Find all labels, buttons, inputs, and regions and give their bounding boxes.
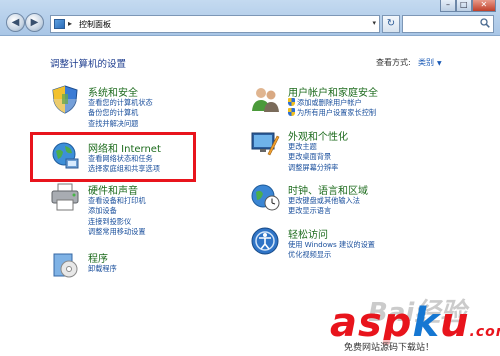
link-mobility-settings[interactable]: 调整常用移动设置 (88, 227, 146, 237)
link-change-input-method[interactable]: 更改键盘或其他输入法 (288, 196, 360, 206)
aspku-tail: .com (469, 324, 500, 340)
chevron-down-icon[interactable]: ▼ (437, 60, 442, 67)
link-display-language[interactable]: 更改显示语言 (288, 206, 360, 216)
link-uninstall-program[interactable]: 卸载程序 (88, 264, 117, 274)
title-bar: ◀ ▶ ▸ 控制面板 ▾ ↻ – □ ✕ (0, 0, 500, 36)
link-screen-resolution[interactable]: 调整屏幕分辨率 (288, 163, 338, 173)
link-desktop-background[interactable]: 更改桌面背景 (288, 152, 338, 162)
address-dropdown-icon[interactable]: ▾ (372, 19, 376, 27)
address-bar[interactable]: ▸ 控制面板 ▾ (50, 15, 380, 33)
link-add-remove-accounts-label[interactable]: 添加或删除用户帐户 (297, 98, 362, 107)
category-title-clock[interactable]: 时钟、语言和区域 (288, 182, 368, 197)
category-title-users[interactable]: 用户帐户和家庭安全 (288, 84, 378, 99)
search-input[interactable] (402, 15, 494, 33)
appearance-monitor-icon[interactable] (250, 128, 280, 158)
link-connect-projector[interactable]: 连接到投影仪 (88, 217, 146, 227)
category-title-system[interactable]: 系统和安全 (88, 84, 138, 99)
aspku-u: u (440, 300, 470, 346)
back-button[interactable]: ◀ (6, 13, 25, 32)
close-button[interactable]: ✕ (471, 0, 496, 12)
minimize-button[interactable]: – (440, 0, 456, 12)
view-by-label: 查看方式: (376, 58, 411, 67)
maximize-button[interactable]: □ (455, 0, 472, 12)
breadcrumb-control-panel[interactable]: 控制面板 (79, 19, 111, 30)
link-parental-controls-label[interactable]: 为所有用户设置家长控制 (297, 108, 376, 117)
ease-of-access-icon[interactable] (250, 226, 280, 256)
link-windows-recommended-settings[interactable]: 使用 Windows 建议的设置 (288, 240, 375, 250)
link-troubleshoot[interactable]: 查找并解决问题 (88, 119, 153, 129)
clock-globe-icon[interactable] (250, 182, 280, 212)
search-icon[interactable] (480, 18, 490, 28)
view-by-dropdown[interactable]: 类别 ▼ (418, 57, 442, 68)
uac-shield-icon (288, 108, 295, 117)
breadcrumb-chevron-icon[interactable]: ▸ (68, 19, 72, 28)
link-backup-computer[interactable]: 备份您的计算机 (88, 108, 153, 118)
uac-shield-icon (288, 98, 295, 106)
page-title: 调整计算机的设置 (50, 59, 127, 70)
category-title-ease[interactable]: 轻松访问 (288, 226, 328, 241)
security-shield-icon[interactable] (50, 84, 80, 114)
programs-disc-icon[interactable] (50, 250, 80, 280)
control-panel-icon (54, 19, 65, 29)
link-view-computer-status[interactable]: 查看您的计算机状态 (88, 98, 153, 108)
users-icon[interactable] (250, 84, 280, 114)
category-title-appearance[interactable]: 外观和个性化 (288, 128, 348, 143)
link-add-remove-accounts[interactable]: 添加或删除用户帐户 (288, 98, 376, 108)
window-controls: – □ ✕ (440, 0, 496, 12)
link-parental-controls[interactable]: 为所有用户设置家长控制 (288, 108, 376, 118)
category-title-programs[interactable]: 程序 (88, 250, 108, 265)
link-change-theme[interactable]: 更改主题 (288, 142, 338, 152)
link-add-device[interactable]: 添加设备 (88, 206, 146, 216)
refresh-button[interactable]: ↻ (382, 15, 400, 33)
category-title-hardware[interactable]: 硬件和声音 (88, 182, 138, 197)
link-optimize-display[interactable]: 优化视频显示 (288, 250, 375, 260)
aspku-subtitle: 免费网站源码下载站！ (344, 340, 435, 353)
link-devices-printers[interactable]: 查看设备和打印机 (88, 196, 146, 206)
printer-icon[interactable] (50, 182, 80, 212)
highlight-box (30, 132, 196, 182)
forward-button[interactable]: ▶ (25, 13, 44, 32)
view-by-value[interactable]: 类别 (418, 58, 434, 67)
